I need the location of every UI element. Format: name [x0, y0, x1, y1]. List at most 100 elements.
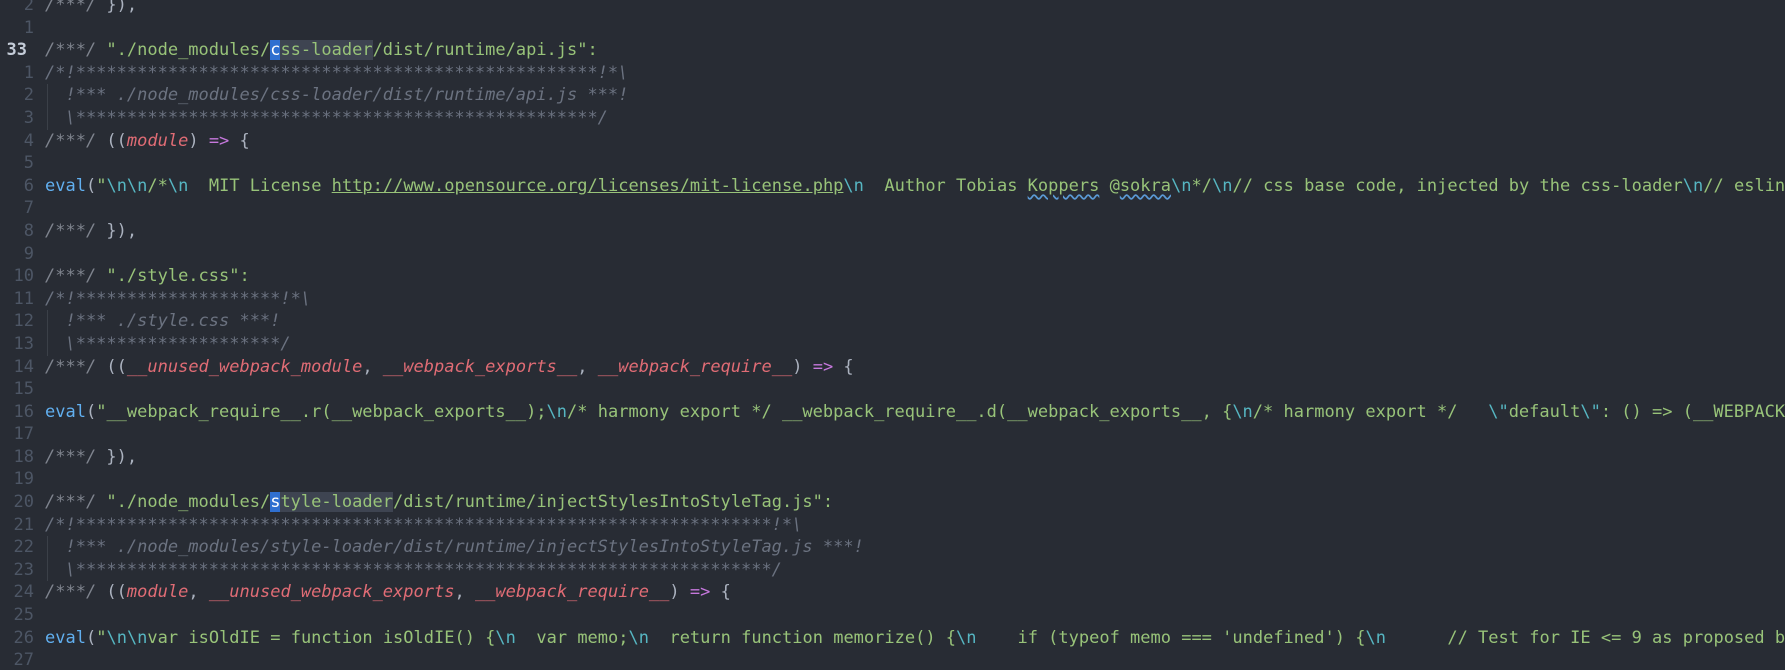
- code-line[interactable]: 20 /***/ "./node_modules/style-loader/dis…: [0, 491, 1785, 514]
- code-token: {: [229, 130, 250, 151]
- code-token: \": [1580, 401, 1601, 422]
- code-token: s: [270, 492, 281, 513]
- code-line[interactable]: 27: [0, 649, 1785, 670]
- code-line[interactable]: 5: [0, 152, 1785, 175]
- code-token: eval: [45, 627, 86, 648]
- code-token: /*!*************************************…: [45, 514, 803, 535]
- line-number: 14: [13, 356, 34, 377]
- line-number: 18: [13, 446, 34, 467]
- code-line[interactable]: 1: [0, 17, 1785, 40]
- code-token: ((: [106, 130, 127, 151]
- code-token: \n: [126, 627, 148, 648]
- line-number: 7: [23, 198, 34, 219]
- line-number: 5: [23, 153, 34, 174]
- code-line-content[interactable]: eval("\n\nvar isOldIE = function isOldIE…: [45, 627, 1785, 650]
- code-token: var memo;: [515, 627, 629, 648]
- code-line[interactable]: 17: [0, 423, 1785, 446]
- line-number: 19: [13, 469, 34, 490]
- code-line[interactable]: 12 !*** ./style.css ***!: [0, 310, 1785, 333]
- code-line-content[interactable]: /*!*************************************…: [45, 514, 802, 537]
- code-token: \n: [1682, 175, 1704, 196]
- code-line[interactable]: 21 /*!***********************************…: [0, 514, 1785, 537]
- code-token: \***************************************…: [45, 107, 608, 128]
- code-token: \n: [1171, 175, 1192, 196]
- code-line-content[interactable]: /*!*************************************…: [45, 62, 628, 85]
- code-line-content[interactable]: \***************************************…: [45, 107, 608, 130]
- code-line[interactable]: 19: [0, 468, 1785, 491]
- code-line-content[interactable]: !*** ./node_modules/css-loader/dist/runt…: [45, 84, 628, 107]
- code-token: ,: [188, 582, 209, 603]
- code-token: __webpack_exports__: [382, 356, 578, 377]
- code-line[interactable]: 6 eval("\n\n/*\n MIT License http://www.o…: [0, 175, 1785, 198]
- code-line-content[interactable]: /***/ "./node_modules/css-loader/dist/ru…: [45, 39, 598, 62]
- code-line-content[interactable]: /***/ ((module) => {: [45, 130, 250, 153]
- code-line[interactable]: 7: [0, 197, 1785, 220]
- code-line[interactable]: 14 /***/ ((__unused_webpack_module, __web…: [0, 356, 1785, 379]
- code-token: }),: [106, 446, 138, 467]
- code-token: ss-loader: [280, 40, 373, 61]
- line-number: 27: [13, 650, 34, 670]
- code-token: \***************************************…: [45, 559, 782, 580]
- code-line[interactable]: 11 /*!********************!*\: [0, 288, 1785, 311]
- code-line[interactable]: 8 /***/ }),: [0, 220, 1785, 243]
- code-token: }),: [106, 0, 138, 15]
- code-token: (: [85, 627, 97, 648]
- code-lines-container[interactable]: 2/***/ }), 1 33 /***/ "./node_modules/css-l…: [0, 0, 1785, 670]
- code-line[interactable]: 25: [0, 604, 1785, 627]
- code-line[interactable]: 23 \************************************…: [0, 558, 1785, 582]
- code-token: sokra: [1119, 175, 1171, 196]
- code-line-content[interactable]: /***/ ((module, __unused_webpack_exports…: [45, 581, 731, 604]
- code-line-content[interactable]: /***/ "./style.css":: [45, 265, 250, 288]
- code-token: ): [188, 130, 209, 151]
- code-token: ": [96, 627, 107, 648]
- code-token: __webpack_require__: [474, 582, 670, 603]
- code-line[interactable]: 1 /*!************************************…: [0, 62, 1785, 85]
- line-number: 22: [13, 537, 34, 558]
- line-number: 1: [23, 17, 34, 38]
- code-token: c: [270, 40, 281, 61]
- code-line-content[interactable]: /***/ ((__unused_webpack_module, __webpa…: [45, 356, 854, 379]
- code-editor[interactable]: 2/***/ }), 1 33 /***/ "./node_modules/css-l…: [0, 0, 1785, 670]
- code-line[interactable]: 15: [0, 378, 1785, 401]
- code-line[interactable]: 26 eval("\n\nvar isOldIE = function isOld…: [0, 627, 1785, 650]
- code-line[interactable]: 9: [0, 243, 1785, 266]
- code-line-content[interactable]: /***/ }),: [45, 446, 137, 469]
- code-token: // Test for IE <= 9 as proposed by: [1385, 627, 1785, 648]
- code-line-content[interactable]: !*** ./style.css ***!: [45, 310, 280, 333]
- code-token: ((: [106, 582, 127, 603]
- code-token: /dist/runtime/injectStylesIntoStyleTag.j…: [393, 492, 834, 513]
- code-line-content[interactable]: eval("\n\n/*\n MIT License http://www.op…: [45, 175, 1785, 198]
- code-line[interactable]: 2 /***/ }),: [0, 0, 1785, 17]
- code-line-content[interactable]: \***************************************…: [45, 559, 782, 582]
- code-line[interactable]: 2 !*** ./node_modules/css-loader/dist/ru…: [0, 84, 1785, 107]
- code-line-content[interactable]: /*!********************!*\: [45, 288, 311, 311]
- code-line[interactable]: 24 /***/ ((module, __unused_webpack_expor…: [0, 581, 1785, 604]
- code-token: \n: [628, 627, 649, 648]
- code-line-content[interactable]: /***/ }),: [45, 0, 137, 17]
- code-line-content[interactable]: !*** ./node_modules/style-loader/dist/ru…: [45, 536, 863, 559]
- code-token: eval: [45, 175, 86, 196]
- code-token: // eslint-disable-next-line fu: [1703, 175, 1785, 196]
- code-line[interactable]: 22 !*** ./node_modules/style-loader/dist…: [0, 536, 1785, 559]
- line-number: 4: [23, 130, 34, 151]
- code-line[interactable]: 18 /***/ }),: [0, 446, 1785, 469]
- code-line-content[interactable]: /***/ "./node_modules/style-loader/dist/…: [45, 491, 833, 514]
- line-number: 16: [13, 401, 34, 422]
- code-line-content[interactable]: /***/ }),: [45, 220, 137, 243]
- code-token: "__webpack_require__.r(__webpack_exports…: [96, 401, 547, 422]
- code-line[interactable]: 3 \*************************************…: [0, 106, 1785, 130]
- code-line[interactable]: 10 /***/ "./style.css":: [0, 265, 1785, 288]
- code-line[interactable]: 4 /***/ ((module) => {: [0, 130, 1785, 153]
- code-token: __webpack_require__: [597, 356, 793, 377]
- line-number: 33: [6, 40, 27, 61]
- code-token: default: [1508, 401, 1581, 422]
- line-number: 15: [13, 379, 34, 400]
- code-line[interactable]: 33 /***/ "./node_modules/css-loader/dist/…: [0, 39, 1785, 62]
- code-line[interactable]: 13 \********************/: [0, 332, 1785, 356]
- code-line-content[interactable]: \********************/: [45, 333, 290, 356]
- code-token: __unused_webpack_exports: [208, 582, 455, 603]
- code-line[interactable]: 16 eval("__webpack_require__.r(__webpack_…: [0, 401, 1785, 424]
- line-number: 24: [13, 582, 34, 603]
- code-token: \n: [843, 175, 864, 196]
- code-line-content[interactable]: eval("__webpack_require__.r(__webpack_ex…: [45, 401, 1785, 424]
